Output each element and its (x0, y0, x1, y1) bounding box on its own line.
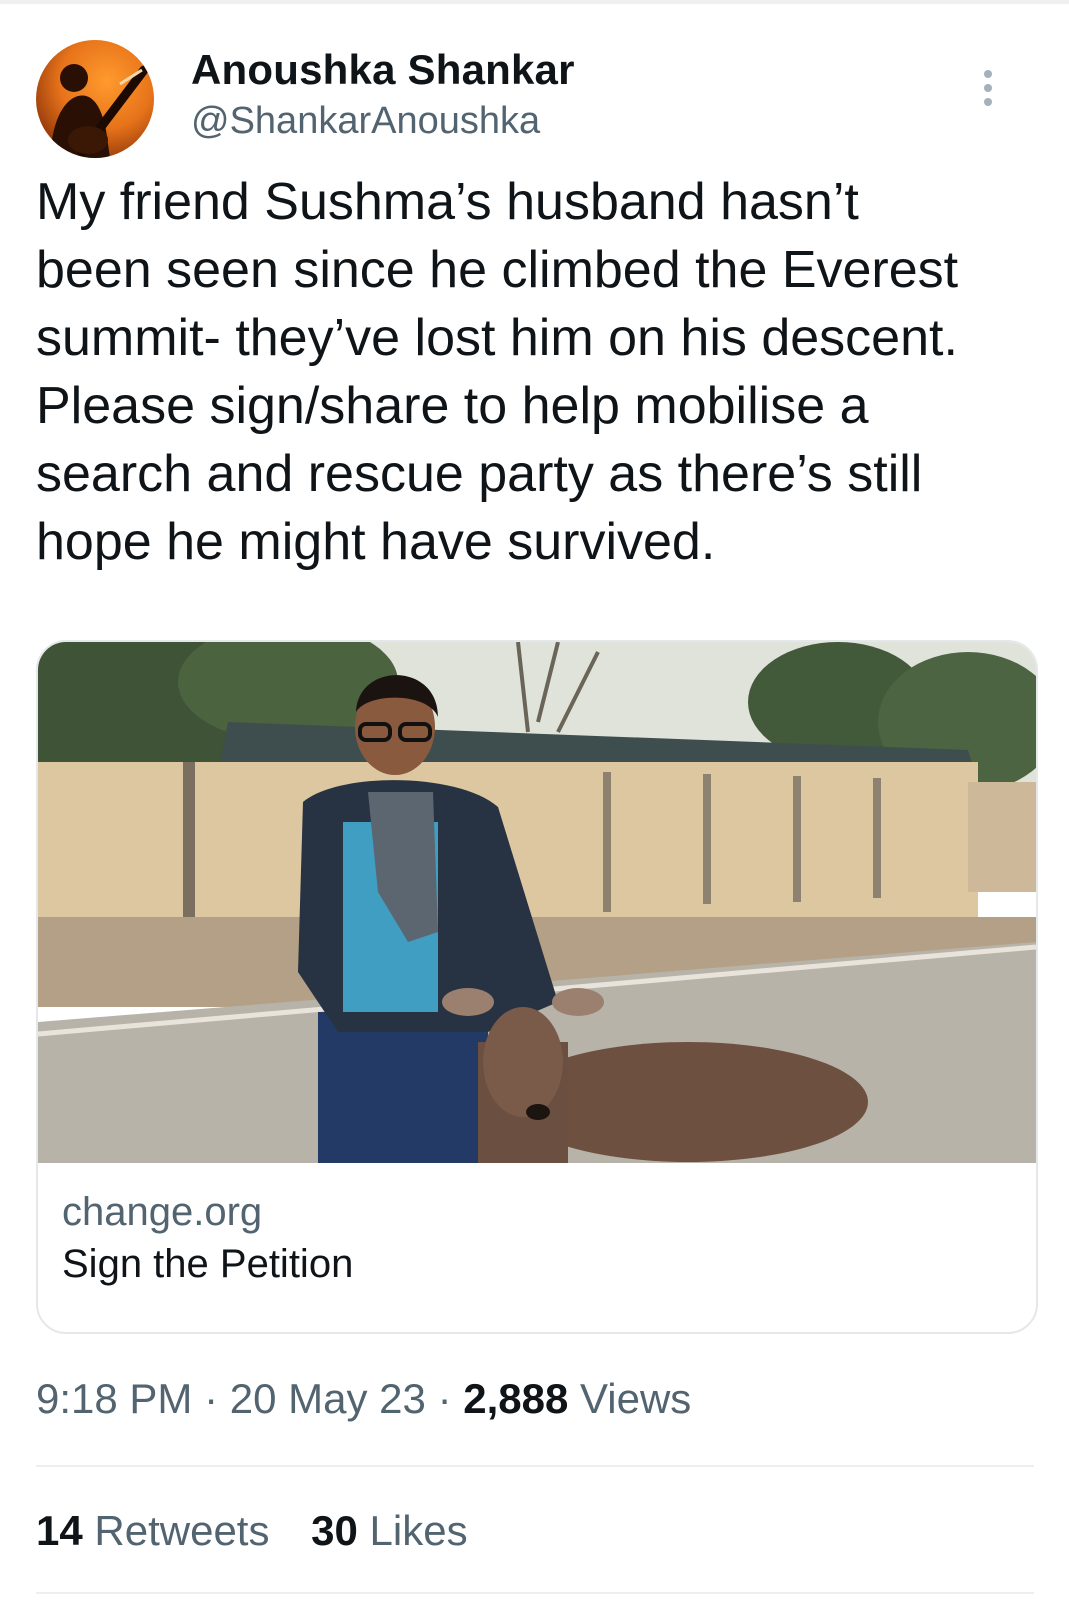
divider (36, 1592, 1034, 1594)
tweet-meta: 9:18 PM · 20 May 23 · 2,888 Views (36, 1375, 691, 1423)
likes-count: 30 (311, 1507, 358, 1554)
top-separator (0, 0, 1069, 4)
card-domain[interactable]: change.org (62, 1190, 262, 1235)
avatar[interactable] (36, 40, 154, 158)
tweet-time[interactable]: 9:18 PM (36, 1375, 192, 1422)
retweets-count: 14 (36, 1507, 83, 1554)
divider (36, 1465, 1034, 1467)
meta-separator: · (437, 1375, 452, 1422)
views-count: 2,888 (463, 1375, 569, 1422)
author-handle[interactable]: @ShankarAnoushka (191, 100, 540, 143)
tweet-date[interactable]: 20 May 23 (230, 1375, 426, 1422)
link-card[interactable]: change.org Sign the Petition (36, 640, 1038, 1334)
meta-separator: · (204, 1375, 219, 1422)
retweets-stat[interactable]: 14 Retweets (36, 1507, 269, 1555)
views-label: Views (580, 1375, 692, 1422)
card-image[interactable] (38, 642, 1036, 1163)
likes-label: Likes (369, 1507, 468, 1554)
card-title[interactable]: Sign the Petition (62, 1242, 353, 1287)
more-vertical-icon[interactable] (978, 70, 998, 110)
likes-stat[interactable]: 30 Likes (311, 1507, 467, 1555)
author-name[interactable]: Anoushka Shankar (191, 46, 575, 94)
tweet-text: My friend Sushma’s husband hasn’t been s… (36, 173, 959, 571)
engagement-stats: 14 Retweets 30 Likes (36, 1507, 498, 1555)
retweets-label: Retweets (94, 1507, 270, 1554)
tweet-header: Anoushka Shankar @ShankarAnoushka (36, 40, 1036, 160)
